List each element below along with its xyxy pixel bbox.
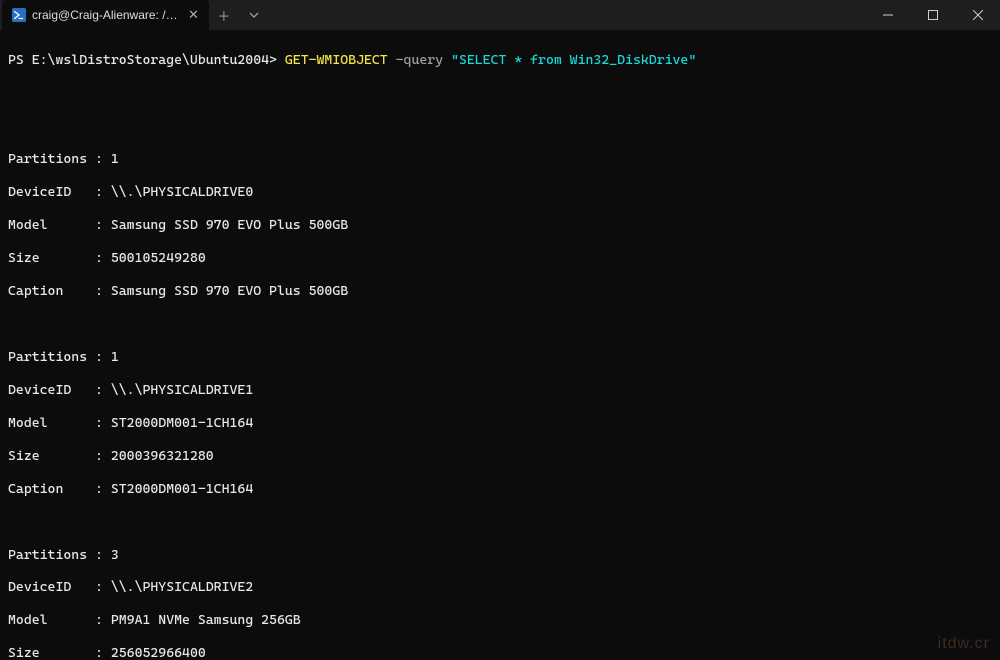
titlebar: craig@Craig-Alienware: /mnt/v ✕ ＋ bbox=[0, 0, 1000, 30]
drive-block: Partitions : 1 bbox=[8, 349, 992, 365]
prompt-line: PS E:\wslDistroStorage\Ubuntu2004> GET-W… bbox=[8, 52, 992, 68]
tab-dropdown-button[interactable] bbox=[239, 0, 269, 30]
drive-block: Partitions : 1 bbox=[8, 151, 992, 167]
tab-active[interactable]: craig@Craig-Alienware: /mnt/v ✕ bbox=[2, 0, 209, 30]
tab-close-icon[interactable]: ✕ bbox=[188, 7, 199, 23]
window-controls bbox=[865, 0, 1000, 30]
terminal-output[interactable]: PS E:\wslDistroStorage\Ubuntu2004> GET-W… bbox=[0, 30, 1000, 660]
close-button[interactable] bbox=[955, 0, 1000, 30]
drive-block: Partitions : 3 bbox=[8, 547, 992, 563]
tab-area: craig@Craig-Alienware: /mnt/v ✕ ＋ bbox=[0, 0, 269, 30]
maximize-button[interactable] bbox=[910, 0, 955, 30]
tab-title: craig@Craig-Alienware: /mnt/v bbox=[32, 8, 182, 22]
powershell-icon bbox=[12, 8, 26, 22]
new-tab-button[interactable]: ＋ bbox=[209, 0, 239, 30]
minimize-button[interactable] bbox=[865, 0, 910, 30]
